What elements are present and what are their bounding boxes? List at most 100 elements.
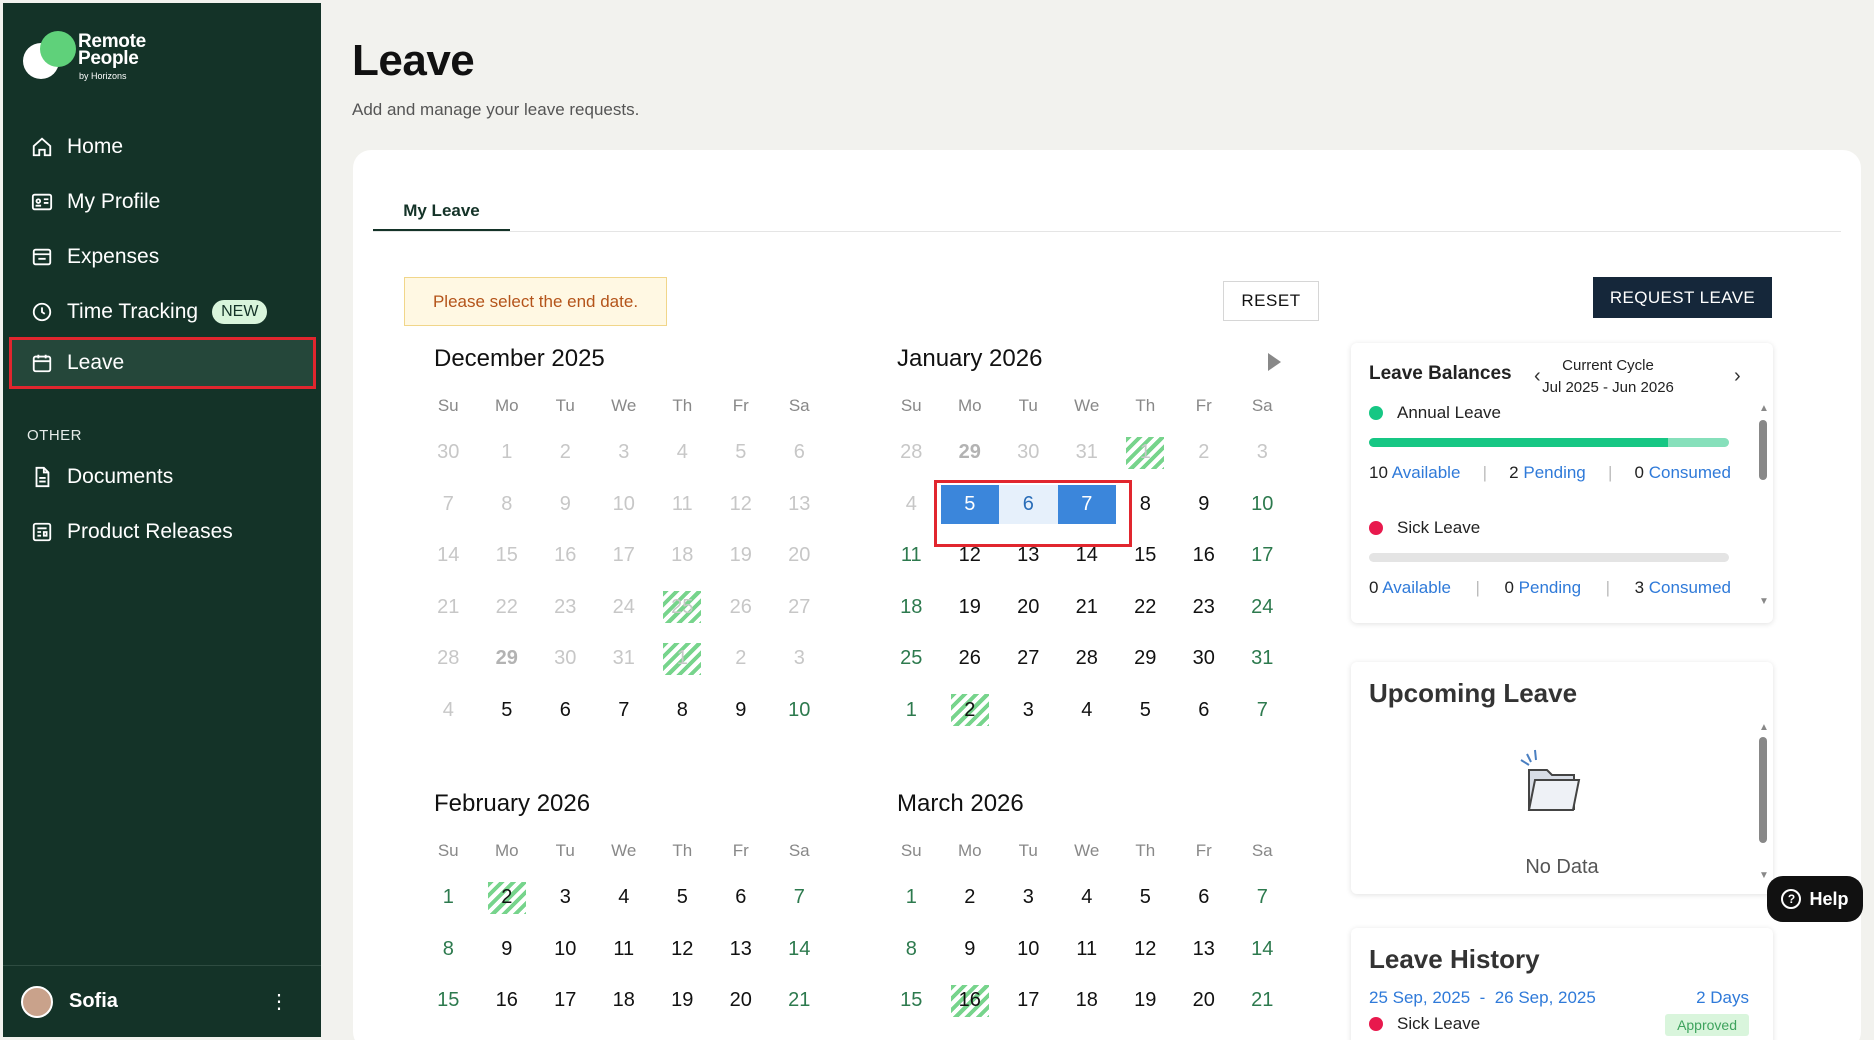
calendar-day[interactable]: 5 [940,484,999,524]
scroll-down-icon[interactable]: ▼ [1759,870,1769,881]
calendar-day[interactable]: 22 [1116,582,1175,634]
calendar-day[interactable]: 11 [1058,924,1117,976]
calendar-day[interactable]: 10 [595,479,654,531]
calendar-day[interactable]: 11 [653,479,712,531]
calendar-day[interactable]: 3 [770,633,829,685]
calendar-day[interactable]: 1 [1116,427,1175,479]
calendar-day[interactable]: 2 [536,427,595,479]
calendar-day[interactable]: 17 [999,975,1058,1027]
calendar-day[interactable]: 4 [882,479,941,531]
calendar-day[interactable]: 17 [595,530,654,582]
calendar-day[interactable]: 23 [536,582,595,634]
calendar-day[interactable]: 7 [1233,872,1292,924]
balances-scrollbar[interactable] [1759,416,1767,588]
calendar-day[interactable]: 3 [536,872,595,924]
calendar-day[interactable]: 1 [882,872,941,924]
scroll-up-icon[interactable]: ▲ [1759,722,1769,733]
calendar-day[interactable]: 12 [1116,924,1175,976]
calendar-day[interactable]: 8 [419,924,478,976]
calendar-day[interactable]: 1 [478,427,537,479]
calendar-day[interactable]: 9 [1175,479,1234,531]
calendar-day[interactable]: 13 [770,479,829,531]
calendar-day[interactable]: 12 [941,530,1000,582]
calendar-day[interactable]: 9 [712,685,771,737]
calendar-day[interactable]: 3 [1233,427,1292,479]
calendar-day[interactable]: 16 [1175,530,1234,582]
calendar-day[interactable]: 3 [999,685,1058,737]
calendar-day[interactable]: 10 [770,685,829,737]
calendar-day[interactable]: 16 [536,530,595,582]
calendar-day[interactable]: 18 [595,975,654,1027]
calendar-day[interactable]: 20 [712,975,771,1027]
sick-available[interactable]: 0 Available [1369,578,1451,598]
calendar-day[interactable]: 19 [1116,975,1175,1027]
calendar-day[interactable]: 21 [419,582,478,634]
sick-consumed[interactable]: 3 Consumed [1635,578,1731,598]
calendar-day[interactable]: 29 [941,427,1000,479]
annual-available[interactable]: 10 Available [1369,463,1460,483]
calendar-day[interactable]: 3 [999,872,1058,924]
calendar-day[interactable]: 31 [1058,427,1117,479]
calendar-day[interactable]: 5 [1116,685,1175,737]
calendar-day[interactable]: 13 [712,924,771,976]
sidebar-item-home[interactable]: Home [9,121,316,173]
next-month-icon[interactable] [1268,353,1281,371]
help-button[interactable]: ? Help [1767,876,1863,922]
calendar-day[interactable]: 8 [882,924,941,976]
calendar-day[interactable]: 21 [1233,975,1292,1027]
calendar-day[interactable]: 18 [882,582,941,634]
calendar-day[interactable]: 17 [536,975,595,1027]
calendar-day[interactable]: 9 [536,479,595,531]
sidebar-item-my-profile[interactable]: My Profile [9,176,316,228]
tab-my-leave[interactable]: My Leave [373,190,510,232]
calendar-day[interactable]: 1 [653,633,712,685]
calendar-day[interactable]: 30 [419,427,478,479]
calendar-day[interactable]: 9 [478,924,537,976]
calendar-day[interactable]: 26 [712,582,771,634]
calendar-day[interactable]: 8 [478,479,537,531]
calendar-day[interactable]: 7 [595,685,654,737]
calendar-day[interactable]: 5 [478,685,537,737]
calendar-day[interactable]: 20 [999,582,1058,634]
sidebar-item-leave[interactable]: Leave [9,337,316,389]
calendar-day[interactable]: 29 [1116,633,1175,685]
calendar-day[interactable]: 24 [1233,582,1292,634]
calendar-day[interactable]: 19 [653,975,712,1027]
calendar-day[interactable]: 14 [770,924,829,976]
calendar-day[interactable]: 15 [882,975,941,1027]
calendar-day[interactable]: 28 [1058,633,1117,685]
calendar-day[interactable]: 30 [1175,633,1234,685]
calendar-day[interactable]: 6 [712,872,771,924]
scroll-down-icon[interactable]: ▼ [1759,596,1769,607]
upcoming-scrollbar[interactable] [1759,737,1767,849]
calendar-day[interactable]: 17 [1233,530,1292,582]
calendar-day[interactable]: 29 [478,633,537,685]
sidebar-item-expenses[interactable]: Expenses [9,231,316,283]
sick-pending[interactable]: 0 Pending [1504,578,1581,598]
calendar-day[interactable]: 16 [478,975,537,1027]
calendar-day[interactable]: 1 [419,872,478,924]
calendar-day[interactable]: 6 [1175,685,1234,737]
calendar-day[interactable]: 4 [419,685,478,737]
calendar-day[interactable]: 8 [1116,479,1175,531]
calendar-day[interactable]: 2 [712,633,771,685]
scroll-up-icon[interactable]: ▲ [1759,403,1769,414]
calendar-day[interactable]: 12 [653,924,712,976]
calendar-day[interactable]: 30 [536,633,595,685]
chevron-right-icon[interactable]: › [1734,365,1741,388]
request-leave-button[interactable]: REQUEST LEAVE [1593,277,1772,318]
calendar-day[interactable]: 14 [1058,530,1117,582]
annual-pending[interactable]: 2 Pending [1509,463,1586,483]
calendar-day[interactable]: 31 [595,633,654,685]
calendar-day[interactable]: 4 [1058,872,1117,924]
calendar-day[interactable]: 7 [419,479,478,531]
calendar-day[interactable]: 3 [595,427,654,479]
calendar-day[interactable]: 4 [1058,685,1117,737]
calendar-day[interactable]: 14 [419,530,478,582]
calendar-day[interactable]: 4 [595,872,654,924]
calendar-day[interactable]: 7 [1233,685,1292,737]
reset-button[interactable]: RESET [1223,281,1319,321]
calendar-day[interactable]: 11 [595,924,654,976]
calendar-day[interactable]: 31 [1233,633,1292,685]
scrollbar-thumb[interactable] [1759,737,1767,843]
